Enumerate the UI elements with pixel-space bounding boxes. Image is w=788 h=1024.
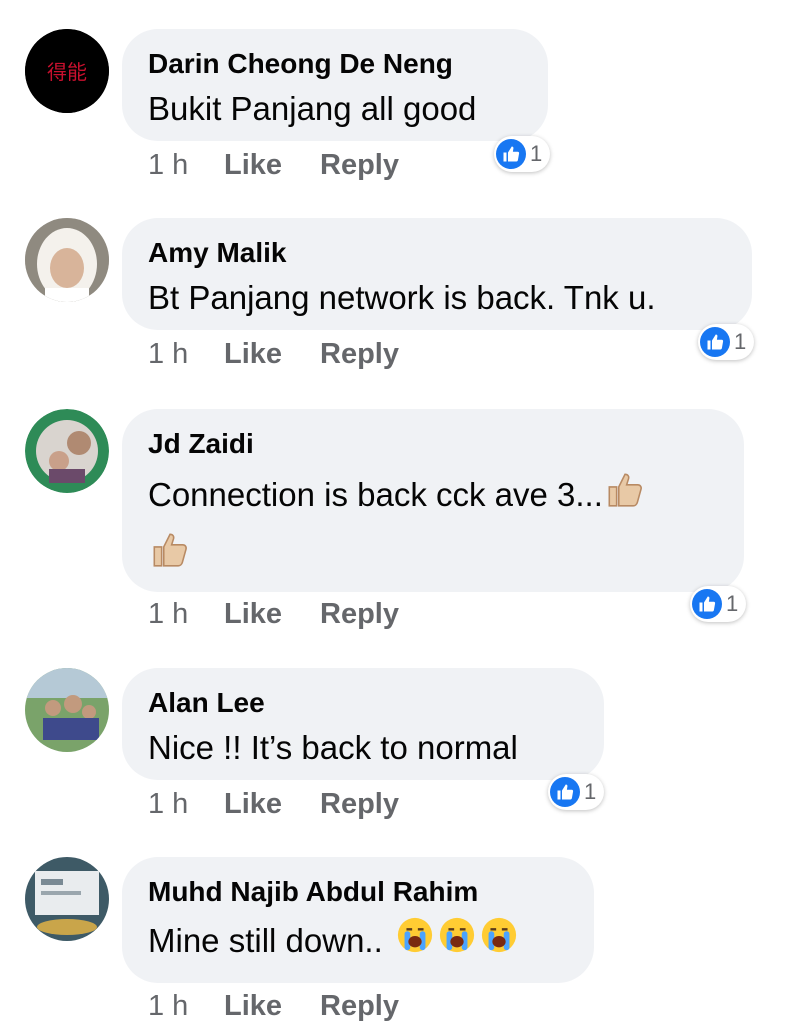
comment-bubble: Alan Lee Nice !! It’s back to normal (122, 668, 604, 780)
comment-author[interactable]: Darin Cheong De Neng (148, 47, 522, 81)
comment-timestamp[interactable]: 1 h (148, 149, 188, 182)
reply-button[interactable]: Reply (320, 788, 399, 821)
comment-text-content: Mine still down.. (148, 922, 383, 959)
reaction-count: 1 (530, 141, 543, 166)
reaction-badge[interactable]: 1 (698, 324, 755, 360)
comment-timestamp[interactable]: 1 h (148, 788, 188, 821)
reaction-count: 1 (584, 779, 597, 804)
avatar-logo-text: 得能 (47, 60, 87, 84)
reaction-badge[interactable]: 1 (548, 774, 605, 810)
comment-bubble: Amy Malik Bt Panjang network is back. Tn… (122, 218, 752, 330)
loudly-crying-face-icon (480, 915, 518, 971)
reaction-count: 1 (734, 329, 747, 354)
comment-text-content: Connection is back cck ave 3... (148, 476, 603, 513)
comment-author[interactable]: Jd Zaidi (148, 427, 718, 461)
loudly-crying-face-icon (438, 915, 476, 971)
avatar[interactable] (25, 668, 109, 752)
comment-author[interactable]: Amy Malik (148, 236, 726, 270)
comment-text: Mine still down.. (148, 913, 568, 971)
comment-bubble: Darin Cheong De Neng Bukit Panjang all g… (122, 29, 548, 141)
avatar[interactable] (25, 218, 109, 302)
comment-text: Connection is back cck ave 3... (148, 467, 718, 587)
comment-text: Nice !! It’s back to normal (148, 729, 518, 766)
like-reaction-icon (550, 777, 580, 807)
comment-timestamp[interactable]: 1 h (148, 598, 188, 631)
loudly-crying-face-icon (396, 915, 434, 971)
comment-timestamp[interactable]: 1 h (148, 338, 188, 371)
like-button[interactable]: Like (224, 598, 282, 631)
like-button[interactable]: Like (224, 338, 282, 371)
comment-bubble: Muhd Najib Abdul Rahim Mine still down.. (122, 857, 594, 983)
thumbs-up-icon (148, 528, 190, 587)
comment-bubble: Jd Zaidi Connection is back cck ave 3... (122, 409, 744, 592)
like-reaction-icon (700, 327, 730, 357)
reply-button[interactable]: Reply (320, 149, 399, 182)
avatar[interactable] (25, 857, 109, 941)
avatar[interactable] (25, 409, 109, 493)
comment-timestamp[interactable]: 1 h (148, 990, 188, 1023)
reply-button[interactable]: Reply (320, 598, 399, 631)
thumbs-up-icon (603, 468, 645, 527)
reaction-badge[interactable]: 1 (494, 136, 551, 172)
comment-text: Bukit Panjang all good (148, 90, 477, 127)
reply-button[interactable]: Reply (320, 990, 399, 1023)
like-button[interactable]: Like (224, 149, 282, 182)
like-reaction-icon (692, 589, 722, 619)
avatar[interactable]: 得能 (25, 29, 109, 113)
like-button[interactable]: Like (224, 788, 282, 821)
comment-text: Bt Panjang network is back. Tnk u. (148, 279, 656, 316)
reaction-count: 1 (726, 591, 739, 616)
comment-author[interactable]: Alan Lee (148, 686, 578, 720)
reaction-badge[interactable]: 1 (690, 586, 747, 622)
reply-button[interactable]: Reply (320, 338, 399, 371)
comment-author[interactable]: Muhd Najib Abdul Rahim (148, 875, 568, 909)
like-reaction-icon (496, 139, 526, 169)
like-button[interactable]: Like (224, 990, 282, 1023)
